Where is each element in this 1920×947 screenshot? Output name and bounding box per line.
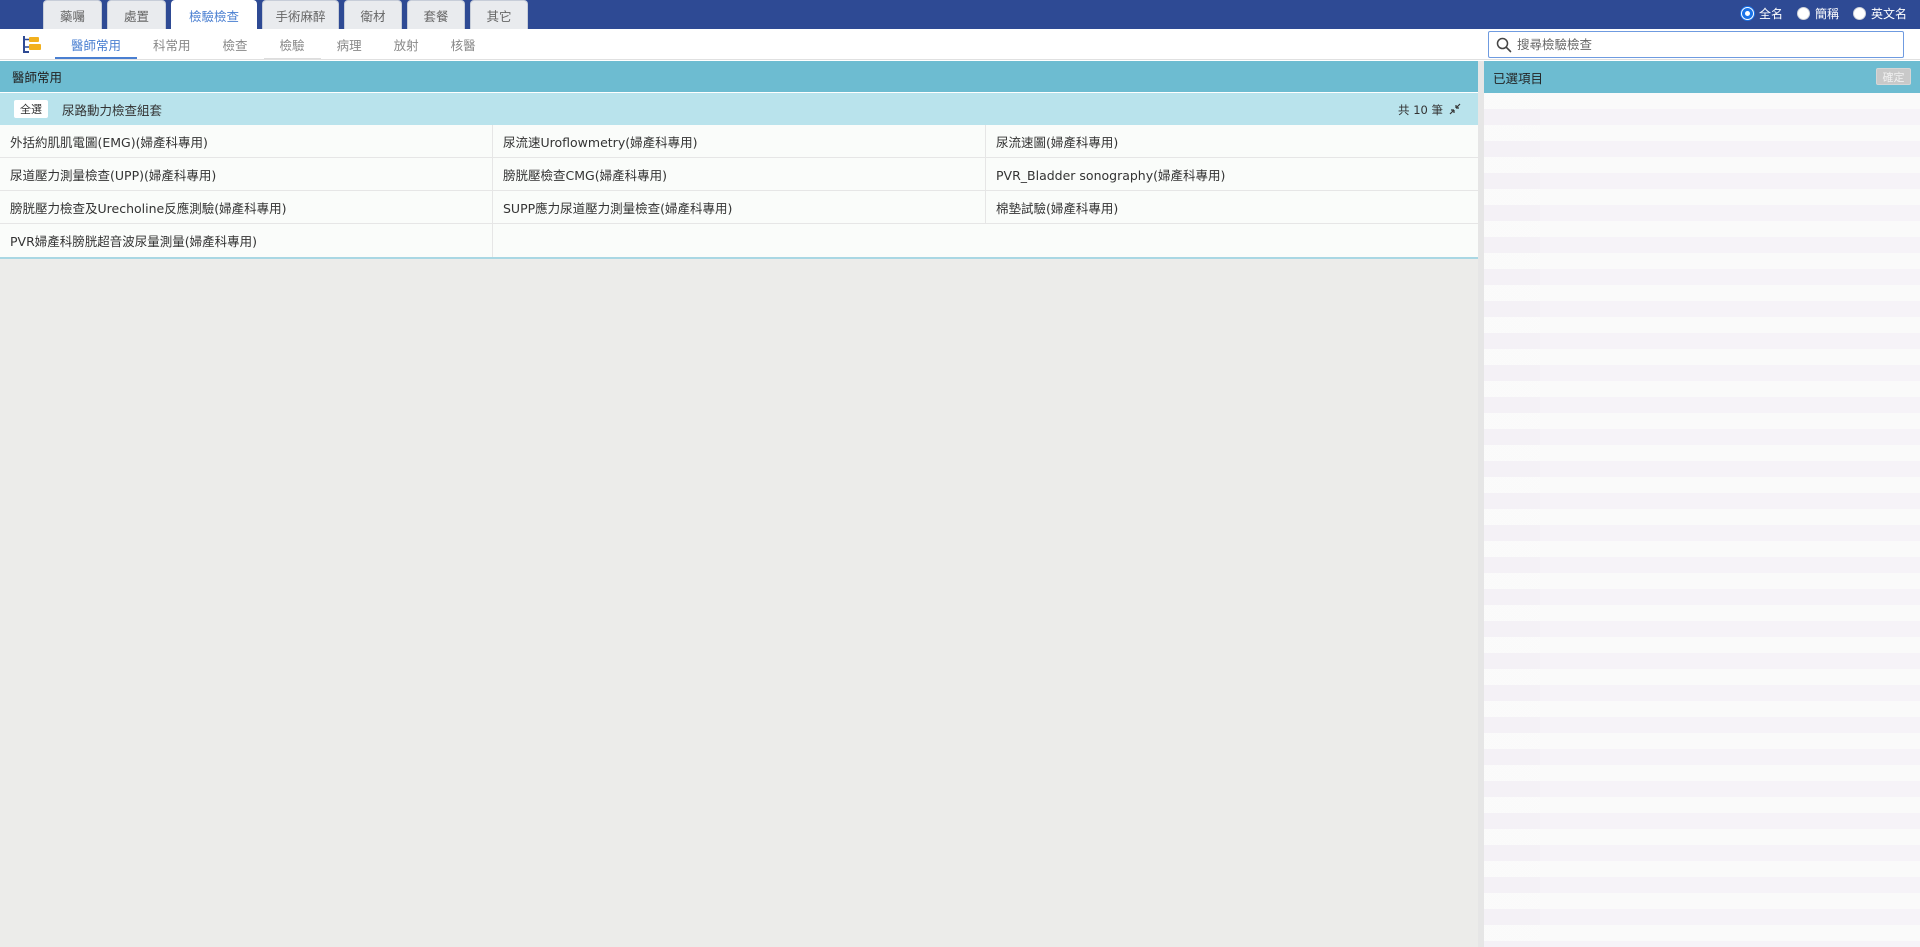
grid-item[interactable]: 尿流速圖(婦產科專用) (986, 125, 1478, 158)
group-title: 尿路動力檢查組套 (62, 102, 163, 118)
group-bar: 全選 尿路動力檢查組套 共 10 筆 (0, 93, 1478, 125)
grid-item[interactable]: 外括約肌肌電圖(EMG)(婦產科專用) (0, 125, 493, 158)
group-count: 共 10 筆 (1398, 103, 1443, 117)
sub-tabs: 醫師常用 科常用 檢查 檢驗 病理 放射 核醫 (55, 29, 492, 60)
subtab-examination[interactable]: 檢查 (207, 29, 264, 60)
table-row: 尿道壓力測量檢查(UPP)(婦產科專用) 膀胱壓檢查CMG(婦產科專用) PVR… (0, 158, 1478, 191)
top-nav-bar: 藥囑 處置 檢驗檢查 手術麻醉 衛材 套餐 其它 全名 簡稱 英文名 (0, 0, 1920, 29)
tab-medication-orders[interactable]: 藥囑 (43, 0, 102, 29)
radio-short-name[interactable]: 簡稱 (1796, 5, 1839, 22)
table-row: 膀胱壓力檢查及Urecholine反應測驗(婦產科專用) SUPP應力尿道壓力測… (0, 191, 1478, 224)
section-title: 醫師常用 (0, 61, 1478, 93)
grid-item[interactable]: 膀胱壓檢查CMG(婦產科專用) (493, 158, 986, 191)
radio-full-name[interactable]: 全名 (1740, 5, 1783, 22)
grid-empty-cell (493, 224, 1478, 257)
tab-lab-exams[interactable]: 檢驗檢查 (171, 0, 257, 29)
table-row: PVR婦產科膀胱超音波尿量測量(婦產科專用) (0, 224, 1478, 257)
radio-label: 簡稱 (1814, 7, 1839, 21)
grid-item[interactable]: 尿道壓力測量檢查(UPP)(婦產科專用) (0, 158, 493, 191)
app-logo-icon (21, 35, 43, 53)
radio-label: 英文名 (1870, 7, 1907, 21)
main-tabs: 藥囑 處置 檢驗檢查 手術麻醉 衛材 套餐 其它 (43, 0, 533, 29)
tab-packages[interactable]: 套餐 (407, 0, 465, 29)
search-box (1488, 31, 1904, 58)
tab-others[interactable]: 其它 (470, 0, 528, 29)
item-grid: 外括約肌肌電圖(EMG)(婦產科專用) 尿流速Uroflowmetry(婦產科專… (0, 125, 1478, 259)
radio-unchecked-icon (1796, 7, 1810, 20)
subtab-doctor-favorites[interactable]: 醫師常用 (55, 29, 138, 60)
radio-unchecked-icon (1852, 7, 1866, 20)
selected-items-title: 已選項目 (1493, 70, 1544, 86)
confirm-button[interactable]: 確定 (1876, 68, 1911, 85)
select-all-button[interactable]: 全選 (14, 100, 48, 118)
table-row: 外括約肌肌電圖(EMG)(婦產科專用) 尿流速Uroflowmetry(婦產科專… (0, 125, 1478, 158)
selected-items-panel: 已選項目 確定 (1484, 61, 1920, 947)
selected-items-header: 已選項目 確定 (1484, 61, 1920, 93)
tab-supplies[interactable]: 衛材 (344, 0, 402, 29)
grid-item[interactable]: PVR_Bladder sonography(婦產科專用) (986, 158, 1478, 191)
radio-checked-icon (1740, 7, 1754, 20)
name-mode-radio-group: 全名 簡稱 英文名 (1727, 5, 1907, 22)
subtab-radiology[interactable]: 放射 (378, 29, 435, 60)
search-icon (1496, 37, 1512, 53)
subtab-laboratory[interactable]: 檢驗 (263, 29, 321, 60)
tab-procedures[interactable]: 處置 (107, 0, 166, 29)
grid-item[interactable]: 尿流速Uroflowmetry(婦產科專用) (493, 125, 986, 158)
grid-item[interactable]: 膀胱壓力檢查及Urecholine反應測驗(婦產科專用) (0, 191, 493, 224)
collapse-icon[interactable] (1449, 103, 1461, 115)
left-panel: 醫師常用 全選 尿路動力檢查組套 共 10 筆 外括約肌肌電圖(EMG)(婦產科… (0, 61, 1478, 947)
subtab-nuclear-medicine[interactable]: 核醫 (435, 29, 492, 60)
subtab-pathology[interactable]: 病理 (321, 29, 378, 60)
selected-items-list (1484, 93, 1540, 947)
grid-item[interactable]: SUPP應力尿道壓力測量檢查(婦產科專用) (493, 191, 986, 224)
grid-item[interactable]: 棉墊試驗(婦產科專用) (986, 191, 1478, 224)
radio-english-name[interactable]: 英文名 (1852, 5, 1907, 22)
grid-item[interactable]: PVR婦產科膀胱超音波尿量測量(婦產科專用) (0, 224, 493, 257)
tab-surgery-anesthesia[interactable]: 手術麻醉 (262, 0, 339, 29)
search-input[interactable] (1517, 37, 1903, 52)
subtab-department-favorites[interactable]: 科常用 (137, 29, 207, 60)
radio-label: 全名 (1758, 7, 1783, 21)
